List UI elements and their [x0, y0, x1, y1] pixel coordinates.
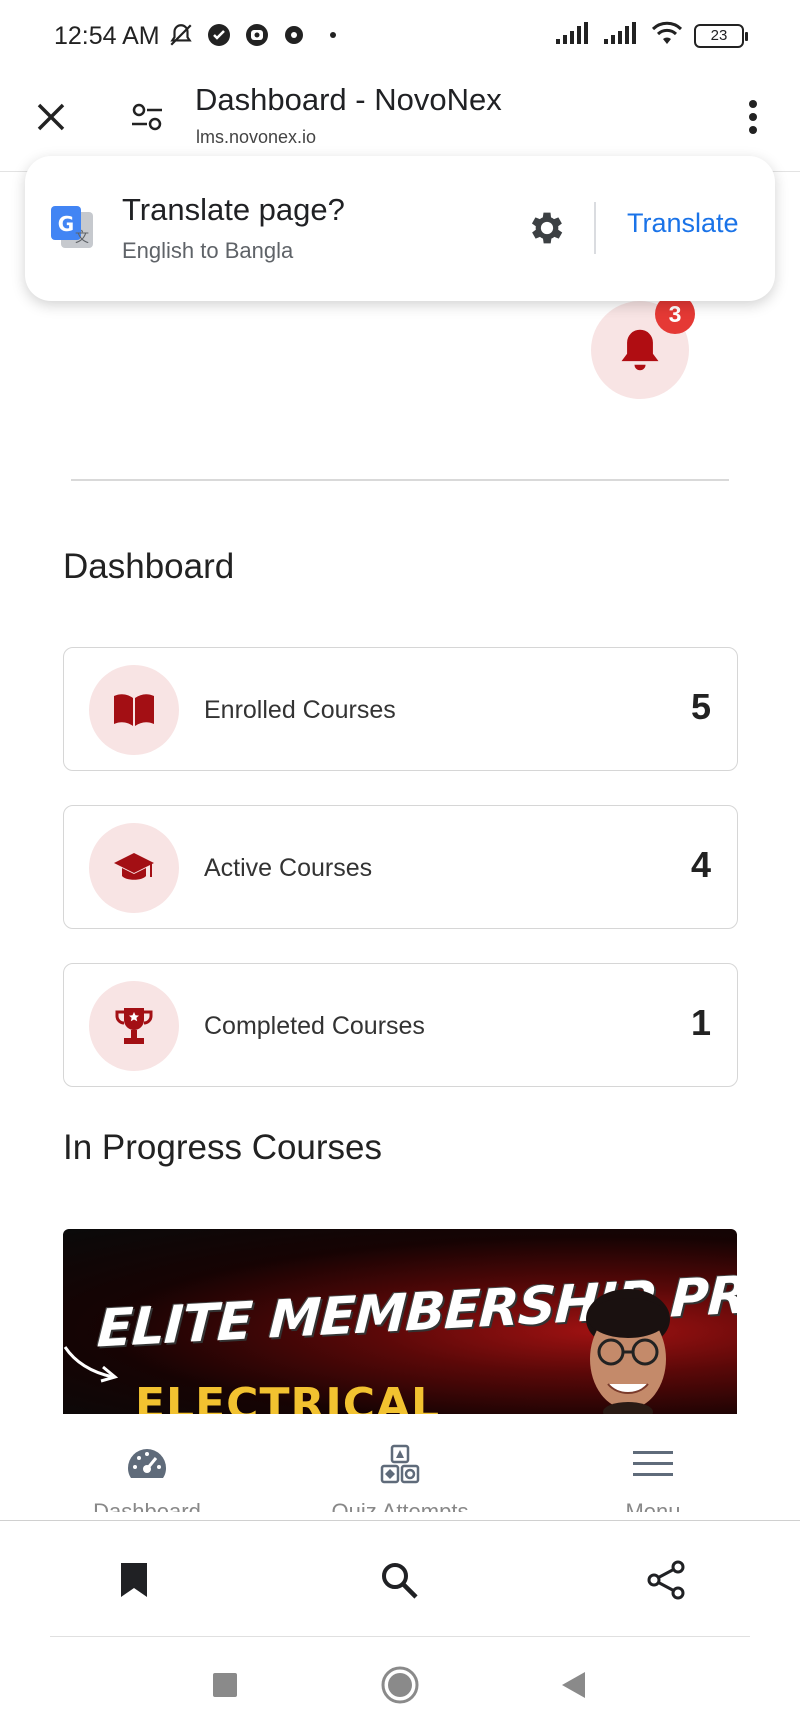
translate-popup: G 文 Translate page? English to Bangla Tr…	[25, 156, 775, 301]
course-card-thumbnail[interactable]: ELITE MEMBERSHIP PROGRAM ELECTRICAL	[63, 1229, 737, 1414]
site-settings-button[interactable]	[124, 94, 170, 140]
signal-icon	[554, 21, 592, 50]
close-tab-button[interactable]	[28, 94, 74, 140]
svg-text:G: G	[58, 212, 74, 236]
bell-off-icon	[166, 20, 196, 50]
stat-card-completed[interactable]: Completed Courses 1	[63, 963, 738, 1087]
system-nav-bar	[0, 1637, 800, 1733]
translate-settings-button[interactable]	[521, 202, 573, 254]
trophy-icon	[89, 981, 179, 1071]
stat-label: Active Courses	[204, 854, 373, 882]
page-url: lms.novonex.io	[196, 127, 317, 147]
back-button[interactable]	[551, 1663, 595, 1707]
home-button[interactable]	[378, 1663, 422, 1707]
stat-value: 5	[690, 686, 711, 727]
share-icon	[647, 1560, 685, 1600]
status-system: 23	[554, 20, 748, 51]
gear-icon	[531, 212, 563, 244]
bookmark-button[interactable]	[109, 1555, 159, 1605]
stat-label: Enrolled Courses	[204, 696, 396, 724]
check-circle-icon	[204, 20, 234, 50]
nav-label: Quiz Attempts	[331, 1499, 469, 1512]
status-time: 12:54 AM	[54, 22, 160, 50]
recents-button[interactable]	[203, 1663, 247, 1707]
back-triangle-icon	[562, 1672, 585, 1698]
google-translate-icon: G 文	[51, 206, 93, 248]
divider	[71, 479, 729, 481]
nav-label: Dashboard	[93, 1499, 201, 1512]
bell-icon	[621, 329, 659, 371]
app-circle-icon	[242, 20, 272, 50]
stat-card-active[interactable]: Active Courses 4	[63, 805, 738, 929]
battery-icon: 23	[694, 23, 748, 48]
hamburger-icon	[553, 1444, 753, 1484]
instructor-photo	[586, 1289, 670, 1414]
banner-subtitle: ELECTRICAL	[135, 1379, 441, 1414]
stat-value: 1	[690, 1002, 711, 1043]
share-button[interactable]	[641, 1555, 691, 1605]
close-icon	[37, 103, 65, 131]
status-notifications	[166, 20, 348, 50]
book-icon	[89, 665, 179, 755]
search-button[interactable]	[374, 1555, 424, 1605]
more-options-button[interactable]	[730, 94, 776, 140]
page-title: Dashboard - NovoNex	[195, 82, 502, 117]
wifi-icon	[650, 20, 684, 51]
browser-bottom-toolbar	[0, 1521, 800, 1637]
translate-button[interactable]: Translate	[627, 208, 739, 239]
svg-text:文: 文	[75, 230, 89, 246]
dot-icon	[318, 20, 348, 50]
square-icon	[213, 1673, 237, 1697]
nav-item-menu[interactable]: Menu	[553, 1444, 753, 1512]
gauge-icon	[47, 1444, 247, 1484]
stat-label: Completed Courses	[204, 1012, 425, 1040]
signal-icon	[602, 21, 640, 50]
status-bar: 12:54 AM 23	[0, 0, 800, 72]
in-progress-heading: In Progress Courses	[63, 1128, 383, 1167]
site-bottom-nav: Dashboard Quiz Attempts Menu	[0, 1414, 800, 1521]
graduation-cap-icon	[89, 823, 179, 913]
stat-value: 4	[690, 844, 711, 885]
nav-item-dashboard[interactable]: Dashboard	[47, 1444, 247, 1512]
circle-icon	[381, 1666, 419, 1704]
search-icon	[382, 1563, 418, 1599]
nav-item-quiz-attempts[interactable]: Quiz Attempts	[300, 1444, 500, 1512]
stat-card-enrolled[interactable]: Enrolled Courses 5	[63, 647, 738, 771]
dashboard-heading: Dashboard	[63, 547, 235, 586]
arrow-icon	[63, 1346, 119, 1383]
translate-languages[interactable]: English to Bangla	[122, 238, 293, 264]
more-vert-icon	[749, 100, 757, 134]
translate-title: Translate page?	[122, 192, 345, 227]
divider	[594, 202, 596, 254]
nav-label: Menu	[625, 1499, 681, 1512]
tune-icon	[132, 103, 162, 131]
shapes-icon	[300, 1444, 500, 1484]
chat-icon	[280, 20, 310, 50]
bookmark-icon	[121, 1563, 147, 1597]
